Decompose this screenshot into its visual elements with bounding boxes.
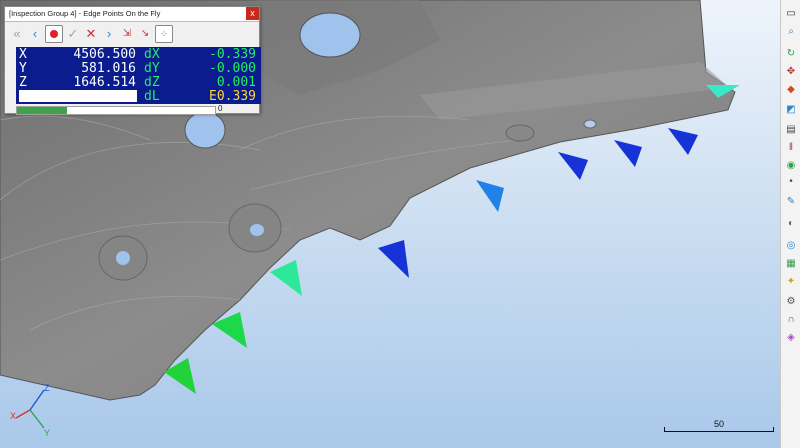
brush-icon[interactable]: ✎ — [784, 196, 798, 208]
record-icon[interactable] — [45, 25, 63, 43]
measurement-window[interactable]: [Inspection Group 4] - Edge Points On th… — [4, 6, 261, 115]
zoom-icon[interactable]: ⌕ — [784, 26, 798, 38]
window-title: [Inspection Group 4] - Edge Points On th… — [5, 7, 259, 22]
hole — [299, 12, 361, 58]
y-label: Y — [19, 61, 27, 76]
probe-icon[interactable]: ⇲ — [119, 26, 135, 42]
magnet-icon[interactable]: ∩ — [784, 314, 798, 326]
dy-label: dY — [144, 61, 160, 76]
window-icon[interactable]: ▭ — [784, 8, 798, 20]
probe-status-icon[interactable]: ◉ — [784, 160, 798, 172]
progress-bar — [16, 106, 216, 115]
chevron-left-icon[interactable]: ‹ — [27, 26, 43, 42]
section-icon[interactable]: ▤ — [784, 124, 798, 136]
axis-x-label: X — [10, 411, 16, 421]
visibility-icon[interactable]: ◎ — [784, 240, 798, 252]
tag-icon[interactable]: ◈ — [784, 332, 798, 344]
dx-label: dX — [144, 47, 160, 62]
close-button[interactable]: x — [246, 7, 259, 20]
dx-value: -0.339 — [209, 47, 256, 62]
z-value: 1646.514 — [73, 75, 136, 90]
dl-value: E0.339 — [209, 89, 256, 104]
axis-z-label: Z — [44, 383, 50, 393]
cancel-x-icon[interactable]: ✕ — [83, 26, 99, 42]
coordinate-readout: X 4506.500 Y 581.016 Z 1646.514 dX -0.33… — [16, 47, 261, 104]
edge-point-marker[interactable] — [270, 260, 302, 296]
x-value: 4506.500 — [73, 47, 136, 62]
light-icon[interactable]: ✦ — [784, 276, 798, 288]
chevron-right-icon[interactable]: › — [101, 26, 117, 42]
layers-icon[interactable]: ▦ — [784, 258, 798, 270]
scale-bar: 50 — [664, 419, 774, 434]
edge-point-marker[interactable] — [668, 128, 698, 155]
hide-icon[interactable]: ◐ — [784, 218, 798, 230]
rotate-icon[interactable]: ↻ — [784, 48, 798, 60]
measurement-toolbar: « ‹ ✓ ✕ › ⇲ ↘ ⁘ — [9, 24, 173, 44]
hole — [116, 251, 130, 265]
dl-label: dL — [144, 89, 160, 104]
check-icon[interactable]: ✓ — [65, 26, 81, 42]
edge-point-marker[interactable] — [476, 180, 504, 212]
axis-y-label: Y — [44, 428, 50, 438]
hole — [184, 111, 226, 149]
scale-label: 50 — [713, 419, 724, 429]
pause-icon[interactable]: ‖ — [784, 142, 798, 154]
probe-arrow-icon[interactable]: ↘ — [137, 26, 153, 42]
y-value: 581.016 — [81, 61, 136, 76]
settings-icon[interactable]: ⚙ — [784, 296, 798, 308]
dz-label: dZ — [144, 75, 160, 90]
edge-point-marker[interactable] — [614, 140, 642, 167]
edge-point-marker[interactable] — [378, 240, 409, 278]
fit-view-icon[interactable]: ◆ — [784, 84, 798, 96]
z-label: Z — [19, 75, 27, 90]
double-chevron-left-icon[interactable]: « — [9, 26, 25, 42]
pan-icon[interactable]: ✥ — [784, 66, 798, 78]
dy-value: -0.000 — [209, 61, 256, 76]
x-label: X — [19, 47, 27, 62]
progress-value: 0 — [218, 104, 223, 113]
point-icon[interactable]: • — [784, 176, 798, 188]
edge-point-marker[interactable] — [558, 152, 588, 180]
render-icon[interactable]: ◩ — [784, 104, 798, 116]
axis-triad: Z X Y — [10, 383, 50, 438]
grid-points-icon[interactable]: ⁘ — [155, 25, 173, 43]
dz-value: 0.001 — [216, 75, 256, 90]
right-toolbar: ▭ ⌕ ↻ ✥ ◆ ◩ ▤ ‖ ◉ • ✎ ◐ ◎ ▦ ✦ ⚙ ∩ ◈ — [780, 0, 800, 448]
hole — [250, 224, 264, 236]
